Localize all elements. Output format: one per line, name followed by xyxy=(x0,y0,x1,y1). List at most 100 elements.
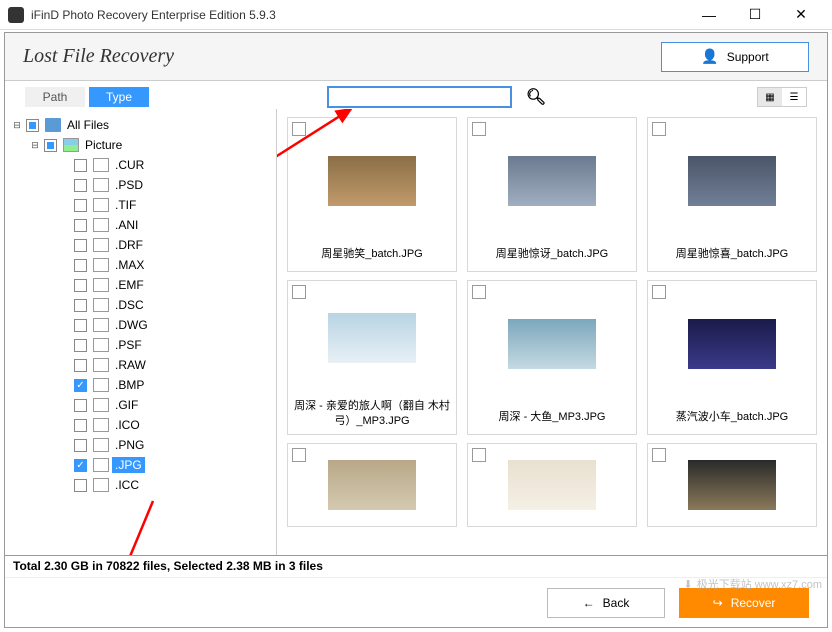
checkbox[interactable] xyxy=(74,439,87,452)
thumbnail-checkbox[interactable] xyxy=(652,285,666,299)
file-icon xyxy=(93,438,109,452)
thumbnail-card[interactable]: 周星驰惊喜_batch.JPG xyxy=(647,117,817,272)
support-button[interactable]: 👤 Support xyxy=(661,42,809,72)
tab-path[interactable]: Path xyxy=(25,87,85,107)
close-button[interactable]: ✕ xyxy=(778,0,824,30)
tree-label: .PSD xyxy=(112,177,146,193)
tree-ext-item[interactable]: .ANI xyxy=(9,215,272,235)
view-list-button[interactable]: ☰ xyxy=(782,88,806,106)
page-title: Lost File Recovery xyxy=(23,45,174,68)
tree-ext-item[interactable]: .GIF xyxy=(9,395,272,415)
file-icon xyxy=(93,318,109,332)
file-icon xyxy=(93,398,109,412)
tree-ext-item[interactable]: .JPG xyxy=(9,455,272,475)
file-icon xyxy=(93,258,109,272)
thumbnail-checkbox[interactable] xyxy=(652,448,666,462)
tree-ext-item[interactable]: .MAX xyxy=(9,255,272,275)
checkbox[interactable] xyxy=(74,479,87,492)
tab-type[interactable]: Type xyxy=(89,87,149,107)
checkbox[interactable] xyxy=(74,359,87,372)
tree-label: Picture xyxy=(82,137,125,153)
tree-ext-item[interactable]: .PSD xyxy=(9,175,272,195)
tree-label: .ICC xyxy=(112,477,142,493)
thumbnail-checkbox[interactable] xyxy=(292,448,306,462)
checkbox[interactable] xyxy=(26,119,39,132)
tree-label: .GIF xyxy=(112,397,141,413)
file-icon xyxy=(93,278,109,292)
checkbox[interactable] xyxy=(74,199,87,212)
checkbox[interactable] xyxy=(74,159,87,172)
tree-ext-item[interactable]: .TIF xyxy=(9,195,272,215)
back-button[interactable]: ← Back xyxy=(547,588,665,618)
checkbox[interactable] xyxy=(74,259,87,272)
tree-category-picture[interactable]: ⊟ Picture xyxy=(9,135,272,155)
checkbox[interactable] xyxy=(74,299,87,312)
thumbnail-card[interactable]: 蒸汽波小车_batch.JPG xyxy=(647,280,817,435)
tree-root[interactable]: ⊟ All Files xyxy=(9,115,272,135)
tree-ext-item[interactable]: .BMP xyxy=(9,375,272,395)
sidebar: ⊟ All Files ⊟ Picture .CUR .PSD .TIF.ANI .D… xyxy=(5,109,277,555)
thumbnail-card[interactable]: 周深 - 亲爱的旅人啊（翻自 木村弓）_MP3.JPG xyxy=(287,280,457,435)
tree-label: .PNG xyxy=(112,437,147,453)
file-icon xyxy=(93,298,109,312)
checkbox[interactable] xyxy=(74,239,87,252)
file-icon xyxy=(93,158,109,172)
minimize-button[interactable]: — xyxy=(686,0,732,30)
search-button[interactable]: 🔍︎ xyxy=(524,86,548,108)
thumbnail-checkbox[interactable] xyxy=(472,122,486,136)
tree-ext-item[interactable]: .RAW xyxy=(9,355,272,375)
checkbox[interactable] xyxy=(74,279,87,292)
tree-label: .EMF xyxy=(112,277,147,293)
tree-ext-item[interactable]: .ICO xyxy=(9,415,272,435)
thumbnail-card[interactable] xyxy=(647,443,817,527)
view-grid-button[interactable]: ▦ xyxy=(758,88,782,106)
tree-label: .BMP xyxy=(112,377,147,393)
thumbnail-card[interactable]: 周星驰笑_batch.JPG xyxy=(287,117,457,272)
thumbnail-checkbox[interactable] xyxy=(472,448,486,462)
tree-ext-item[interactable]: .CUR xyxy=(9,155,272,175)
checkbox[interactable] xyxy=(74,379,87,392)
tree-ext-item[interactable]: .PNG xyxy=(9,435,272,455)
file-icon xyxy=(93,418,109,432)
maximize-button[interactable]: ☐ xyxy=(732,0,778,30)
checkbox[interactable] xyxy=(74,219,87,232)
tree-label: All Files xyxy=(64,117,112,133)
thumbnail-card[interactable]: 周深 - 大鱼_MP3.JPG xyxy=(467,280,637,435)
thumbnail-card[interactable]: 周星驰惊讶_batch.JPG xyxy=(467,117,637,272)
file-icon xyxy=(93,358,109,372)
tree-ext-item[interactable]: .DRF xyxy=(9,235,272,255)
tree-ext-item[interactable]: .EMF xyxy=(9,275,272,295)
checkbox[interactable] xyxy=(74,179,87,192)
picture-icon xyxy=(63,138,79,152)
thumbnail-card[interactable] xyxy=(467,443,637,527)
tree-ext-item[interactable]: .ICC xyxy=(9,475,272,495)
thumbnail-checkbox[interactable] xyxy=(472,285,486,299)
checkbox[interactable] xyxy=(74,319,87,332)
thumbnail-filename: 周星驰惊讶_batch.JPG xyxy=(468,243,636,271)
checkbox[interactable] xyxy=(44,139,57,152)
thumbnail-image xyxy=(648,118,816,243)
tree-ext-item[interactable]: .DSC xyxy=(9,295,272,315)
watermark: ⬇ 极光下载站 www.xz7.com xyxy=(683,576,822,592)
thumbnail-image xyxy=(648,281,816,406)
collapse-icon[interactable]: ⊟ xyxy=(29,140,41,151)
checkbox[interactable] xyxy=(74,419,87,432)
recover-button[interactable]: ↪ Recover xyxy=(679,588,809,618)
thumbnail-card[interactable] xyxy=(287,443,457,527)
thumbnail-filename: 周星驰笑_batch.JPG xyxy=(288,243,456,271)
thumbnail-checkbox[interactable] xyxy=(652,122,666,136)
thumbnail-checkbox[interactable] xyxy=(292,122,306,136)
checkbox[interactable] xyxy=(74,399,87,412)
tree-ext-item[interactable]: .PSF xyxy=(9,335,272,355)
thumbnail-checkbox[interactable] xyxy=(292,285,306,299)
support-label: Support xyxy=(727,50,769,64)
checkbox[interactable] xyxy=(74,339,87,352)
checkbox[interactable] xyxy=(74,459,87,472)
thumbnail-image xyxy=(288,444,456,526)
tree-ext-item[interactable]: .DWG xyxy=(9,315,272,335)
collapse-icon[interactable]: ⊟ xyxy=(11,120,23,131)
content-area: 周星驰笑_batch.JPG 周星驰惊讶_batch.JPG 周星驰惊喜_batch… xyxy=(277,109,827,555)
tree-label: .DRF xyxy=(112,237,146,253)
file-icon xyxy=(93,178,109,192)
search-input[interactable] xyxy=(327,86,512,108)
